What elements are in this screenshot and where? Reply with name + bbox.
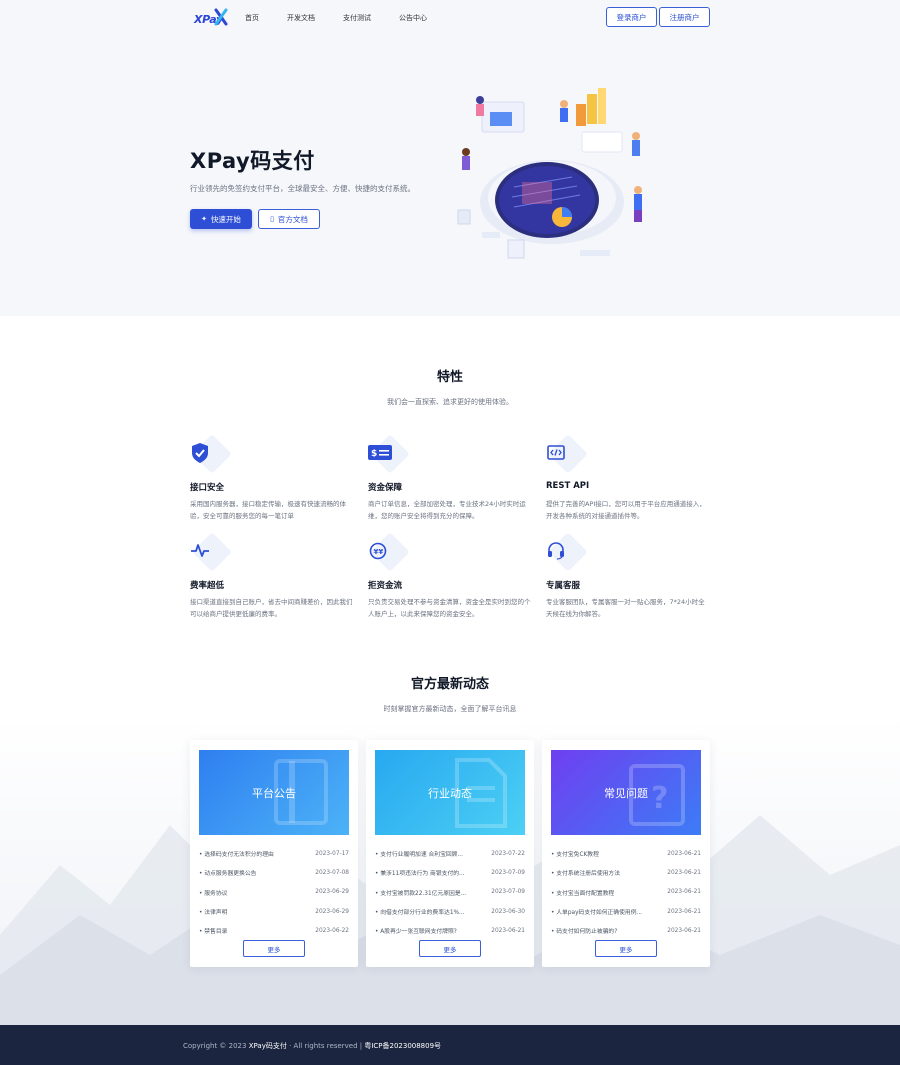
more-button[interactable]: 更多 [243,940,305,957]
list-item[interactable]: • 法律声明 2023-06-29 [199,902,349,921]
more-button[interactable]: 更多 [419,940,481,957]
news-card-faq: ? 常见问题 • 支付宝免CK教程 2023-06-21 • 支付系统注册后使用方… [542,740,710,967]
footer-copyright: Copyright © 2023 XPay码支付 · All rights re… [183,1041,441,1051]
logo-mark-icon [214,8,228,26]
list-item[interactable]: • 支付宝被罚款22.31亿元原因是... 2023-07-09 [375,883,525,902]
quick-start-button[interactable]: ✦ 快速开始 [190,209,252,229]
card-banner[interactable]: 平台公告 [199,750,349,835]
list-item[interactable]: • 禁售目录 2023-06-22 [199,921,349,940]
feature-desc: 商户订单信息，全部加密处理，专业技术24小时实时运维，您的账户安全将得到充分的保… [368,500,526,520]
feature-title: REST API [546,481,590,491]
list-item[interactable]: • 支付行业履明加速 合利宝回顾... 2023-07-22 [375,844,525,863]
news-title: 官方最新动态 [410,677,489,692]
news-list: • 支付行业履明加速 合利宝回顾... 2023-07-22 • 兼涉11项违法行… [375,844,525,940]
top-navbar: XPay 首页 开发文档 支付测试 公告中心 登录商户 注册商户 [0,0,900,36]
card-banner[interactable]: ? 常见问题 [551,750,701,835]
card-banner-title: 常见问题 [604,786,648,800]
copyright-rights: · All rights reserved | [289,1042,363,1050]
footer: Copyright © 2023 XPay码支付 · All rights re… [0,1025,900,1065]
features-subtitle: 我们会一直探索、追求更好的使用体验。 [387,398,513,406]
list-item[interactable]: • 选择码支付无法积分的理由 2023-07-17 [199,844,349,863]
rocket-icon: ✦ [201,215,207,223]
feature-desc: 采用国内服务器，接口稳定传输，极速有快速流畅的体验，安全可靠的服务您的每一笔订单 [190,500,346,520]
dollar-card-icon: $ [368,445,392,460]
code-icon [547,445,565,460]
hero-title: XPay码支付 [190,149,315,173]
card-banner-title: 行业动态 [428,786,472,800]
nav-link-home[interactable]: 首页 [245,13,259,23]
footer-brand-link[interactable]: XPay码支付 [249,1042,287,1050]
list-item[interactable]: • 兼涉11项违法行为 商银支付的... 2023-07-09 [375,863,525,882]
list-item[interactable]: • 支付宝免CK教程 2023-06-21 [551,844,701,863]
copyright-prefix: Copyright © 2023 [183,1042,247,1050]
shield-icon [192,443,208,463]
ban-money-icon: ¥¥ [369,542,387,560]
card-banner-title: 平台公告 [252,786,296,800]
hero-background [0,0,900,316]
list-item[interactable]: • 向借支付部分行业的费率达1%... 2023-06-30 [375,902,525,921]
news-list: • 支付宝免CK教程 2023-06-21 • 支付系统注册后使用方法 2023-0… [551,844,701,940]
list-item[interactable]: • 支付系统注册后使用方法 2023-06-21 [551,863,701,882]
svg-text:¥¥: ¥¥ [374,548,384,556]
book-icon: ▯ [270,215,274,223]
hero-subtitle: 行业领先的免签约支付平台，全球最安全、方便、快捷的支付系统。 [190,184,415,193]
list-item[interactable]: • 人单pay码支付如何正确使用例... 2023-06-21 [551,902,701,921]
icp-link[interactable]: 粤ICP备2023008809号 [364,1042,441,1050]
news-card-industry: 行业动态 • 支付行业履明加速 合利宝回顾... 2023-07-22 • 兼涉1… [366,740,534,967]
feature-title: 资金保障 [368,483,403,493]
logo[interactable]: XPay [192,8,228,30]
feature-desc: 专业客服团队，专属客服一对一贴心服务，7*24小时全天候在线为你解答。 [546,598,705,618]
list-item[interactable]: • 服务协议 2023-06-29 [199,883,349,902]
list-item[interactable]: • A股再少一张互联网支付牌照? 2023-06-21 [375,921,525,940]
news-card-announcements: 平台公告 • 选择码支付无法积分的理由 2023-07-17 • 动点服务器更换公… [190,740,358,967]
nav-link-docs[interactable]: 开发文档 [287,13,315,23]
list-item[interactable]: • 支付宝当面付配置教程 2023-06-21 [551,883,701,902]
feature-title: 专属客服 [546,581,581,591]
svg-text:$: $ [371,449,377,459]
pulse-icon [191,544,209,557]
login-button[interactable]: 登录商户 [606,7,657,27]
feature-desc: 只负责交易处理不参与资金清算，资金全是实时到您的个人账户上，以此来保障您的资金安… [368,598,531,618]
feature-desc: 接口渠道直接到自己账户，省去中间商赚差价，因此我们可以给商户提供更低廉的费率。 [190,598,353,618]
official-docs-button[interactable]: ▯ 官方文档 [258,209,320,229]
feature-title: 拒资金流 [368,581,403,591]
card-banner[interactable]: 行业动态 [375,750,525,835]
nav-link-announcements[interactable]: 公告中心 [399,13,427,23]
feature-desc: 提供了完善的API接口，您可以用于平台应用通道接入，开发各种系统的对接通道插件等… [546,500,706,520]
list-item[interactable]: • 动点服务器更换公告 2023-07-08 [199,863,349,882]
headset-icon [548,542,564,560]
more-button[interactable]: 更多 [595,940,657,957]
hero-illustration [457,88,642,259]
news-subtitle: 时刻掌握官方最新动态，全面了解平台讯息 [383,705,517,713]
feature-title: 费率超低 [190,581,225,591]
quick-start-label: 快速开始 [210,214,241,224]
list-item[interactable]: • 码支付如何防止被骗的? 2023-06-21 [551,921,701,940]
svg-text:?: ? [651,781,668,816]
official-docs-label: 官方文档 [277,214,308,224]
feature-title: 接口安全 [190,483,225,493]
nav-link-pay-test[interactable]: 支付测试 [343,13,371,23]
register-button[interactable]: 注册商户 [659,7,710,27]
features-title: 特性 [436,370,463,385]
nav-links: 首页 开发文档 支付测试 公告中心 [245,13,455,23]
news-list: • 选择码支付无法积分的理由 2023-07-17 • 动点服务器更换公告 2023… [199,844,349,940]
